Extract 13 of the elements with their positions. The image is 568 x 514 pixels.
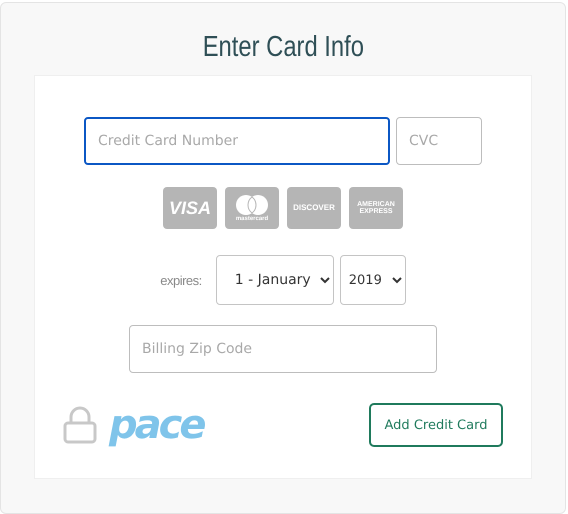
zip-code-field[interactable]: Billing Zip Code xyxy=(129,325,437,373)
card-brand-logo: DISCOVER xyxy=(287,187,341,229)
card-number-field[interactable]: Credit Card Number xyxy=(84,117,390,165)
circles-icon xyxy=(235,194,269,216)
year-select[interactable]: 2019 xyxy=(340,255,406,305)
cvc-field[interactable]: CVC xyxy=(396,117,482,165)
lock-icon xyxy=(63,406,97,444)
card-brand-logo: VISA xyxy=(163,187,217,229)
add-credit-card-button[interactable]: Add Credit Card xyxy=(369,403,503,447)
month-select[interactable]: 1 - January xyxy=(216,255,334,305)
brand-logo: pace xyxy=(109,405,204,445)
expires-label: expires: xyxy=(160,272,202,288)
dialog-title: Enter Card Info xyxy=(202,31,364,65)
